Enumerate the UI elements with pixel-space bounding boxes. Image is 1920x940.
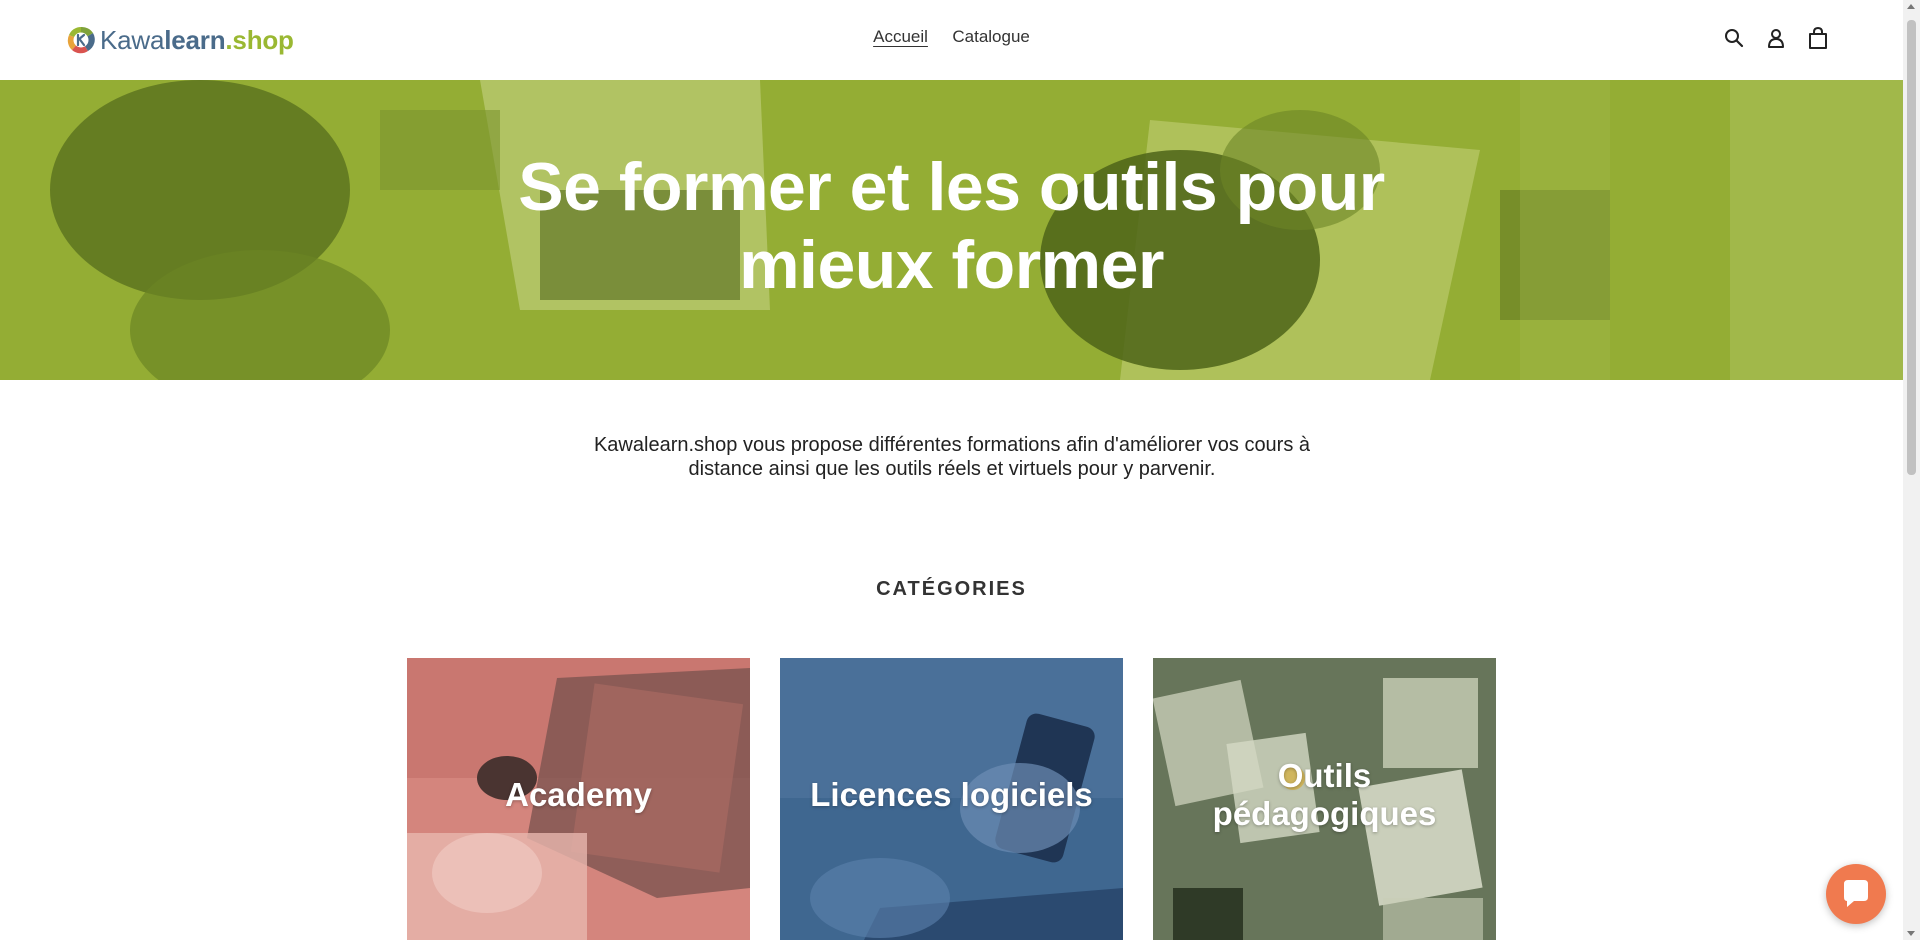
intro-text: Kawalearn.shop vous propose différentes … — [593, 434, 1311, 480]
search-icon[interactable] — [1723, 26, 1745, 50]
categories-heading: CATÉGORIES — [876, 578, 1027, 600]
account-icon[interactable] — [1765, 26, 1787, 50]
hero-title: Se former et les outils pour mieux forme… — [0, 148, 1903, 304]
hero-title-line1: Se former et les outils pour — [518, 149, 1385, 225]
header-icons — [1723, 26, 1829, 50]
nav-link-catalogue[interactable]: Catalogue — [952, 27, 1030, 47]
hero-title-line2: mieux former — [739, 227, 1164, 303]
page-scrollbar[interactable] — [1903, 0, 1920, 940]
nav-link-accueil[interactable]: Accueil — [873, 27, 928, 47]
hero-banner: Se former et les outils pour mieux forme… — [0, 80, 1903, 380]
main-nav: Accueil Catalogue — [0, 27, 1903, 47]
scroll-up-arrow-icon[interactable] — [1907, 4, 1915, 9]
category-label-outils-line2: pédagogiques — [1212, 795, 1437, 832]
chat-bubble-icon — [1844, 880, 1868, 907]
category-label-academy: Academy — [505, 776, 652, 813]
category-label-licences: Licences logiciels — [810, 776, 1093, 813]
category-card-licences[interactable]: Licences logiciels — [780, 658, 1123, 940]
category-card-outils[interactable]: Outils pédagogiques — [1153, 658, 1496, 940]
category-card-academy[interactable]: Academy — [407, 658, 750, 940]
category-label-outils-line1: Outils — [1277, 757, 1372, 794]
cart-icon[interactable] — [1807, 26, 1829, 50]
scroll-down-arrow-icon[interactable] — [1907, 931, 1915, 936]
site-header: Kawalearn.shop Accueil Catalogue — [0, 0, 1903, 80]
scroll-thumb[interactable] — [1907, 20, 1916, 475]
category-label-outils: Outils pédagogiques — [1153, 757, 1496, 833]
chat-button[interactable] — [1826, 864, 1886, 924]
